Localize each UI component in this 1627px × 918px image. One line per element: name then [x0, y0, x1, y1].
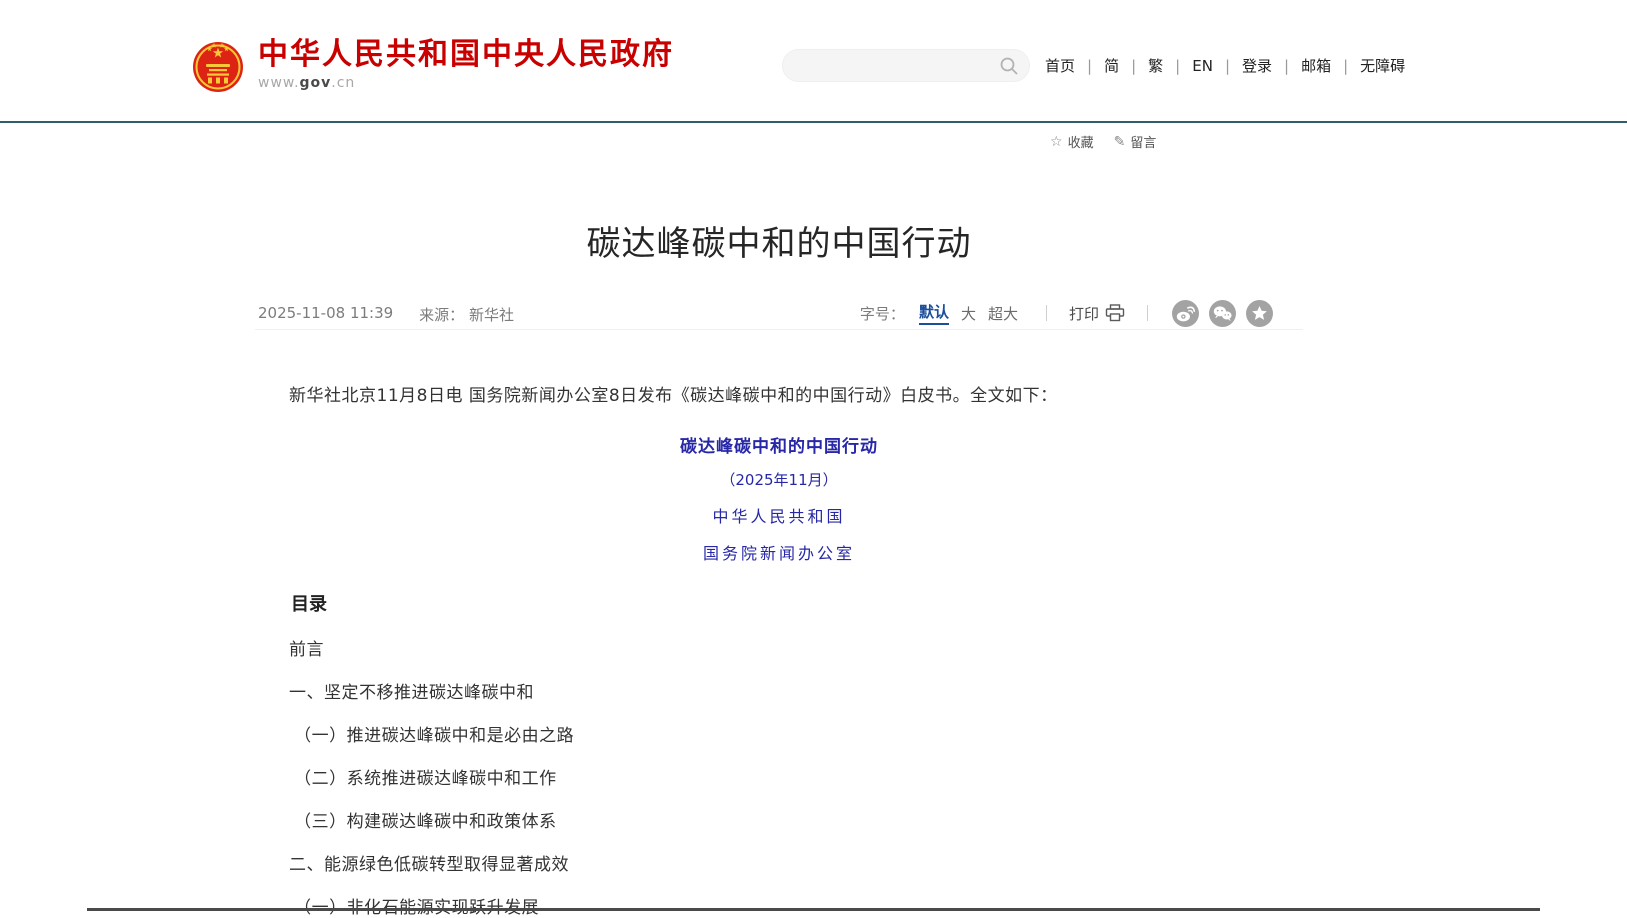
site-url: www.gov.cn	[258, 75, 674, 91]
message-label: 留言	[1130, 132, 1156, 151]
toc-item: （三）构建碳达峰碳中和政策体系	[294, 813, 1303, 831]
qzone-star-share-icon[interactable]	[1246, 300, 1273, 327]
favorite-button[interactable]: ☆ 收藏	[1050, 132, 1094, 151]
brand-text: 中华人民共和国中央人民政府 www.gov.cn	[258, 38, 674, 91]
wechat-share-icon[interactable]	[1209, 300, 1236, 327]
toc-item: 一、坚定不移推进碳达峰碳中和	[289, 684, 1303, 702]
nav-english[interactable]: EN	[1163, 57, 1213, 75]
divider	[1147, 305, 1148, 321]
pencil-icon: ✎	[1114, 134, 1126, 150]
print-button[interactable]: 打印	[1069, 303, 1125, 324]
weibo-share-icon[interactable]	[1172, 300, 1199, 327]
share-icons	[1172, 300, 1273, 327]
font-size-xlarge-button[interactable]: 超大	[988, 303, 1018, 324]
national-emblem-icon	[192, 38, 244, 96]
top-nav: 首页 简 繁 EN 登录 邮箱 无障碍	[1045, 55, 1405, 76]
page-title: 碳达峰碳中和的中国行动	[198, 180, 1360, 264]
toc-heading: 目录	[291, 590, 1303, 616]
print-label: 打印	[1069, 303, 1099, 324]
toc-item: 前言	[289, 641, 1303, 659]
message-button[interactable]: ✎ 留言	[1114, 132, 1157, 151]
action-row: ☆ 收藏 ✎ 留言	[1050, 132, 1156, 151]
nav-home[interactable]: 首页	[1045, 55, 1075, 76]
nav-mail[interactable]: 邮箱	[1272, 55, 1331, 76]
divider	[1046, 305, 1047, 321]
nav-simplified[interactable]: 简	[1075, 55, 1119, 76]
toc-item: （一）推进碳达峰碳中和是必由之路	[294, 727, 1303, 745]
favorite-label: 收藏	[1068, 132, 1094, 151]
lead-paragraph: 新华社北京11月8日电 国务院新闻办公室8日发布《碳达峰碳中和的中国行动》白皮书…	[255, 386, 1303, 406]
star-outline-icon: ☆	[1050, 134, 1063, 150]
brand: 中华人民共和国中央人民政府 www.gov.cn	[192, 38, 674, 96]
site-url-cn: .cn	[331, 75, 355, 91]
nav-traditional[interactable]: 繁	[1119, 55, 1163, 76]
article-body: 新华社北京11月8日电 国务院新闻办公室8日发布《碳达峰碳中和的中国行动》白皮书…	[198, 386, 1360, 917]
font-size-large-button[interactable]: 大	[961, 303, 976, 324]
toc-item: （二）系统推进碳达峰碳中和工作	[294, 770, 1303, 788]
document-org-line1: 中华人民共和国	[255, 503, 1303, 527]
nav-login[interactable]: 登录	[1213, 55, 1272, 76]
site-url-gov: gov	[300, 75, 332, 91]
footer-top-edge	[87, 908, 1540, 911]
search-input[interactable]	[783, 50, 999, 81]
font-size-default-button[interactable]: 默认	[919, 301, 949, 325]
font-size-label: 字号：	[860, 303, 905, 324]
document-title: 碳达峰碳中和的中国行动	[255, 432, 1303, 457]
nav-accessibility[interactable]: 无障碍	[1331, 55, 1405, 76]
article-card: 碳达峰碳中和的中国行动 2025-11-08 11:39 来源： 新华社 字号：…	[198, 180, 1360, 908]
search-box[interactable]	[782, 49, 1030, 82]
toc-item: 二、能源绿色低碳转型取得显著成效	[289, 856, 1303, 874]
article-source: 来源： 新华社	[419, 304, 514, 325]
site-title: 中华人民共和国中央人民政府	[258, 38, 674, 72]
document-org-line2: 国务院新闻办公室	[255, 540, 1303, 564]
article-date: 2025-11-08 11:39	[258, 304, 393, 325]
printer-icon	[1105, 304, 1125, 322]
site-url-www: www.	[258, 75, 300, 91]
article-meta-left: 2025-11-08 11:39 来源： 新华社	[258, 304, 514, 325]
article-meta-row: 2025-11-08 11:39 来源： 新华社 字号： 默认 大 超大 打印	[255, 300, 1303, 330]
site-header: 中华人民共和国中央人民政府 www.gov.cn 首页 简 繁 EN 登录 邮箱…	[0, 0, 1627, 123]
article-meta-right: 字号： 默认 大 超大 打印	[860, 300, 1273, 326]
search-icon[interactable]	[999, 56, 1019, 76]
document-date: （2025年11月）	[255, 469, 1303, 490]
